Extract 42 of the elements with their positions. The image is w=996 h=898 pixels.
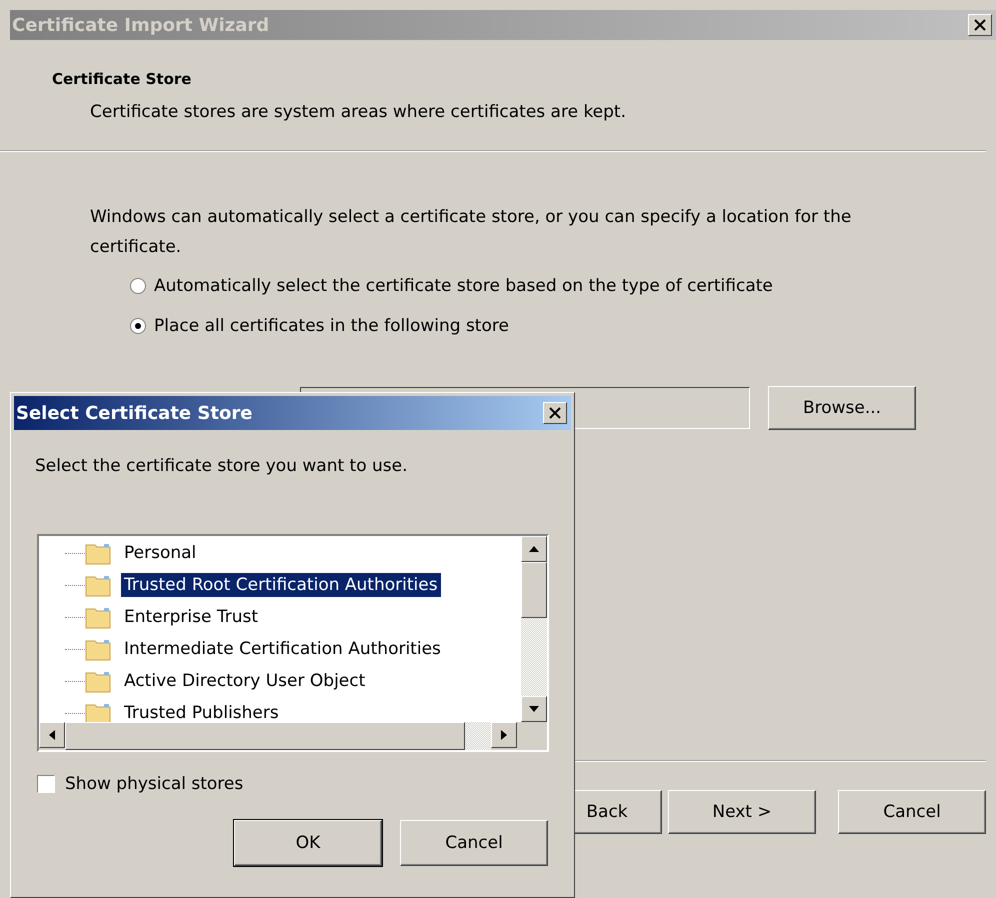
scroll-left-icon [48,729,56,741]
tree-item[interactable]: Enterprise Trust [121,605,262,629]
window-title: Certificate Import Wizard [12,14,270,36]
radio-button[interactable] [130,278,146,294]
dialog-prompt: Select the certificate store you want to use. [35,456,409,476]
tree-item[interactable]: Active Directory User Object [121,669,368,693]
page-heading: Certificate Store [52,70,192,88]
folder-icon [85,669,111,693]
page-description: Certificate stores are system areas where certificates are kept. [90,102,628,122]
folder-icon [85,637,111,661]
dialog-button[interactable]: Cancel [400,820,548,866]
close-icon [974,19,986,31]
scroll-down-icon [528,705,540,713]
folder-icon [85,573,111,597]
browse-button[interactable]: Browse... [768,386,916,430]
folder-icon [85,701,111,722]
radio-label[interactable]: Place all certificates in the following store [154,316,509,336]
checkbox[interactable] [37,775,55,793]
horizontal-scrollbar[interactable] [39,722,547,750]
wizard-button[interactable]: Cancel [838,790,986,834]
vertical-scrollbar[interactable] [521,536,547,722]
wizard-button[interactable]: Next > [668,790,816,834]
tree-item[interactable]: Intermediate Certification Authorities [121,637,444,661]
scrollbar-thumb[interactable] [65,722,465,750]
intro-text: Windows can automatically select a certificate store, or you can specify a location for the certificate. [90,206,852,259]
folder-icon [85,541,111,565]
dialog-button[interactable]: OK [234,820,382,866]
radio-label[interactable]: Automatically select the certificate store based on the type of certificate [154,276,773,296]
scrollbar-track[interactable] [465,722,491,750]
tree-item[interactable]: Trusted Root Certification Authorities [121,573,441,597]
scroll-up-icon [528,545,540,553]
tree-item[interactable]: Personal [121,541,200,565]
scroll-right-icon [500,729,508,741]
folder-icon [85,605,111,629]
tree-item[interactable]: Trusted Publishers [121,701,282,722]
radio-button[interactable] [130,318,146,334]
dialog-title: Select Certificate Store [16,402,252,424]
close-icon [549,407,561,419]
checkbox-label[interactable]: Show physical stores [65,774,244,794]
close-button[interactable] [968,14,992,36]
scrollbar-thumb[interactable] [521,562,547,618]
close-button[interactable] [543,402,567,424]
